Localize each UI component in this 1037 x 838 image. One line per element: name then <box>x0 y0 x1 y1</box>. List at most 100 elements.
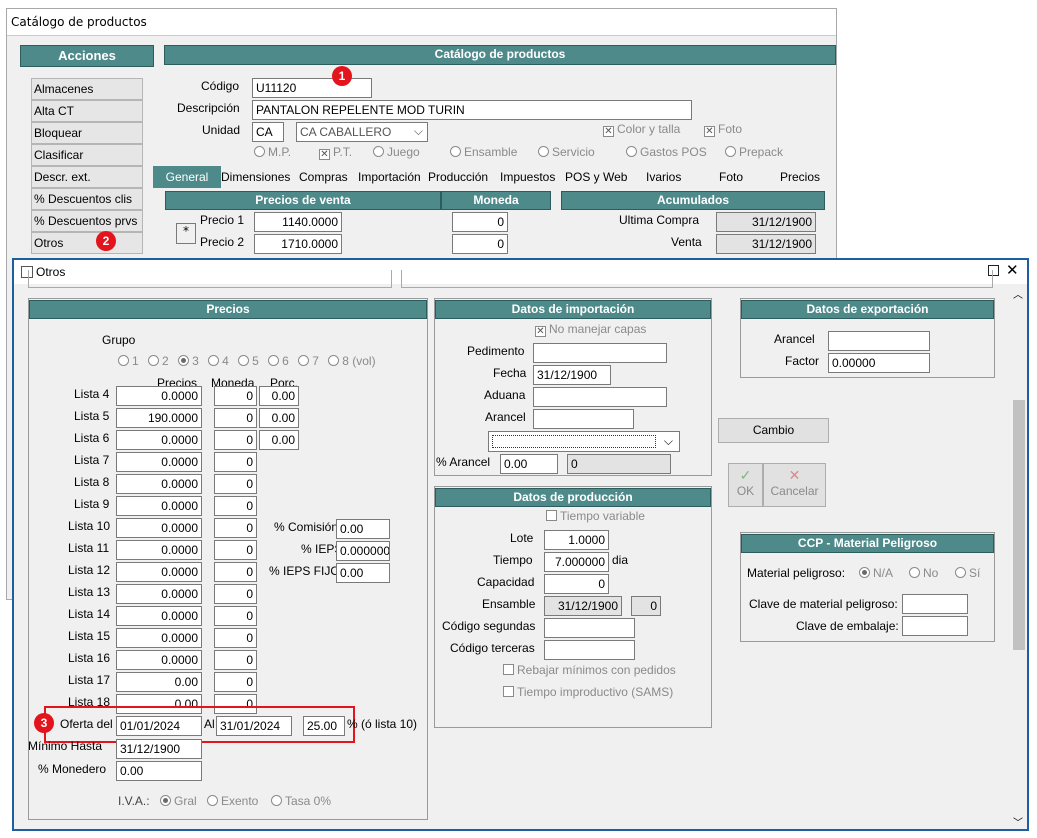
tiempo-improductivo-checkbox[interactable]: Tiempo improductivo (SAMS) <box>503 685 673 699</box>
tab-dimensiones[interactable]: Dimensiones <box>221 166 290 188</box>
descripcion-input[interactable]: PANTALON REPELENTE MOD TURIN <box>252 100 692 120</box>
aduana-input[interactable] <box>533 387 667 407</box>
type-prepack[interactable]: Prepack <box>725 145 783 159</box>
lista-porc-input[interactable]: 0.00 <box>259 386 299 406</box>
cancelar-button[interactable]: ✕ Cancelar <box>763 463 826 507</box>
scroll-down-icon[interactable]: ﹀ <box>1013 814 1023 829</box>
precio2-input[interactable]: 1710.0000 <box>254 234 342 254</box>
pedimento-input[interactable] <box>533 343 667 363</box>
unidad-select[interactable]: CA CABALLERO ⌵ <box>296 122 428 142</box>
grupo-1[interactable]: 1 <box>118 354 139 368</box>
capacidad-input[interactable]: 0 <box>544 574 609 594</box>
lista-moneda-input[interactable]: 0 <box>214 606 257 626</box>
vertical-scrollbar[interactable]: ︿ ﹀ <box>1010 284 1027 829</box>
tab-foto[interactable]: Foto <box>719 166 743 188</box>
lista-moneda-input[interactable]: 0 <box>214 430 257 450</box>
sidebar-item-clasificar[interactable]: Clasificar <box>31 144 143 166</box>
clave-embalaje-input[interactable] <box>902 616 968 636</box>
sidebar-item-bloquear[interactable]: Bloquear <box>31 122 143 144</box>
oferta-to-input[interactable]: 31/01/2024 <box>216 716 292 736</box>
lista-moneda-input[interactable]: 0 <box>214 628 257 648</box>
lista-precio-input[interactable]: 0.0000 <box>116 386 202 406</box>
fecha-input[interactable]: 31/12/1900 <box>533 365 611 385</box>
comision-input[interactable]: 0.00 <box>336 519 390 539</box>
lista-moneda-input[interactable]: 0 <box>214 452 257 472</box>
tab-produccion[interactable]: Producción <box>428 166 488 188</box>
lista-moneda-input[interactable]: 0 <box>214 650 257 670</box>
tiempo-input[interactable]: 7.000000 <box>544 552 609 572</box>
lista-moneda-input[interactable]: 0 <box>214 496 257 516</box>
iva-tasa0[interactable]: Tasa 0% <box>271 794 331 808</box>
cambio-button[interactable]: Cambio <box>718 418 829 443</box>
tab-compras[interactable]: Compras <box>299 166 348 188</box>
lista-precio-input[interactable]: 0.0000 <box>116 650 202 670</box>
grupo-8[interactable]: 8 (vol) <box>328 354 376 368</box>
grupo-6[interactable]: 6 <box>268 354 289 368</box>
lista-precio-input[interactable]: 0.0000 <box>116 606 202 626</box>
type-juego[interactable]: Juego <box>373 145 420 159</box>
grupo-7[interactable]: 7 <box>298 354 319 368</box>
sidebar-item-descr-ext[interactable]: Descr. ext. <box>31 166 143 188</box>
clave-material-input[interactable] <box>902 594 968 614</box>
lista-precio-input[interactable]: 0.00 <box>116 672 202 692</box>
grupo-4[interactable]: 4 <box>208 354 229 368</box>
lista-precio-input[interactable]: 0.0000 <box>116 452 202 472</box>
precio1-input[interactable]: 1140.0000 <box>254 212 342 232</box>
lista-moneda-input[interactable]: 0 <box>214 408 257 428</box>
sidebar-item-alta-ct[interactable]: Alta CT <box>31 100 143 122</box>
lista-moneda-input[interactable]: 0 <box>214 584 257 604</box>
unidad-code-input[interactable]: CA <box>252 122 284 142</box>
lista-moneda-input[interactable]: 0 <box>214 518 257 538</box>
lista-porc-input[interactable]: 0.00 <box>259 408 299 428</box>
iva-gral[interactable]: Gral <box>160 794 197 808</box>
grupo-5[interactable]: 5 <box>238 354 259 368</box>
no-capas-checkbox[interactable]: ✕ No manejar capas <box>535 322 646 337</box>
lista-precio-input[interactable]: 0.0000 <box>116 518 202 538</box>
ieps-fijo-input[interactable]: 0.00 <box>336 563 390 583</box>
lista-precio-input[interactable]: 0.0000 <box>116 562 202 582</box>
close-icon[interactable]: ✕ <box>1006 261 1019 279</box>
tab-pos-web[interactable]: POS y Web <box>565 166 627 188</box>
sidebar-item-descuentos-clis[interactable]: % Descuentos clis <box>31 188 143 210</box>
rebajar-checkbox[interactable]: Rebajar mínimos con pedidos <box>503 663 676 677</box>
minimo-input[interactable]: 31/12/1900 <box>116 739 202 759</box>
lista-precio-input[interactable]: 0.0000 <box>116 474 202 494</box>
segundas-input[interactable] <box>544 618 635 638</box>
grupo-3[interactable]: 3 <box>178 354 199 368</box>
tab-precios[interactable]: Precios <box>780 166 820 188</box>
grupo-2[interactable]: 2 <box>148 354 169 368</box>
oferta-pct-input[interactable]: 25.00 <box>303 716 345 736</box>
pct-arancel-input[interactable]: 0.00 <box>500 454 558 474</box>
tab-general[interactable]: General <box>153 166 221 188</box>
scroll-up-icon[interactable]: ︿ <box>1013 286 1023 301</box>
type-gastos-pos[interactable]: Gastos POS <box>626 145 707 159</box>
lista-moneda-input[interactable]: 0 <box>214 562 257 582</box>
scrollbar-thumb[interactable] <box>1013 400 1025 650</box>
tab-importacion[interactable]: Importación <box>358 166 421 188</box>
tab-ivarios[interactable]: Ivarios <box>646 166 681 188</box>
ok-button[interactable]: ✓ OK <box>728 463 763 507</box>
lista-precio-input[interactable]: 190.0000 <box>116 408 202 428</box>
lista-moneda-input[interactable]: 0 <box>214 672 257 692</box>
lista-moneda-input[interactable]: 0 <box>214 386 257 406</box>
arancel-imp-input[interactable] <box>533 409 634 429</box>
ieps-input[interactable]: 0.000000 <box>336 541 390 561</box>
factor-input[interactable]: 0.00000 <box>828 353 930 373</box>
sidebar-item-otros[interactable]: Otros <box>31 232 143 254</box>
sidebar-item-descuentos-prvs[interactable]: % Descuentos prvs <box>31 210 143 232</box>
lista-moneda-input[interactable]: 0 <box>214 474 257 494</box>
iva-exento[interactable]: Exento <box>207 794 258 808</box>
terceras-input[interactable] <box>544 640 635 660</box>
precio1-moneda-input[interactable]: 0 <box>452 212 508 232</box>
tab-impuestos[interactable]: Impuestos <box>500 166 555 188</box>
lista-precio-input[interactable]: 0.0000 <box>116 430 202 450</box>
type-pt[interactable]: ✕ P.T. <box>319 145 352 160</box>
codigo-input[interactable]: U11120 <box>252 78 372 98</box>
lista-porc-input[interactable]: 0.00 <box>259 430 299 450</box>
lote-input[interactable]: 1.0000 <box>544 530 609 550</box>
lista-precio-input[interactable]: 0.0000 <box>116 584 202 604</box>
type-ensamble[interactable]: Ensamble <box>450 145 517 159</box>
type-servicio[interactable]: Servicio <box>538 145 595 159</box>
ccp-si[interactable]: Sí <box>955 566 980 580</box>
color-talla-checkbox[interactable]: ✕ Color y talla <box>603 122 680 137</box>
